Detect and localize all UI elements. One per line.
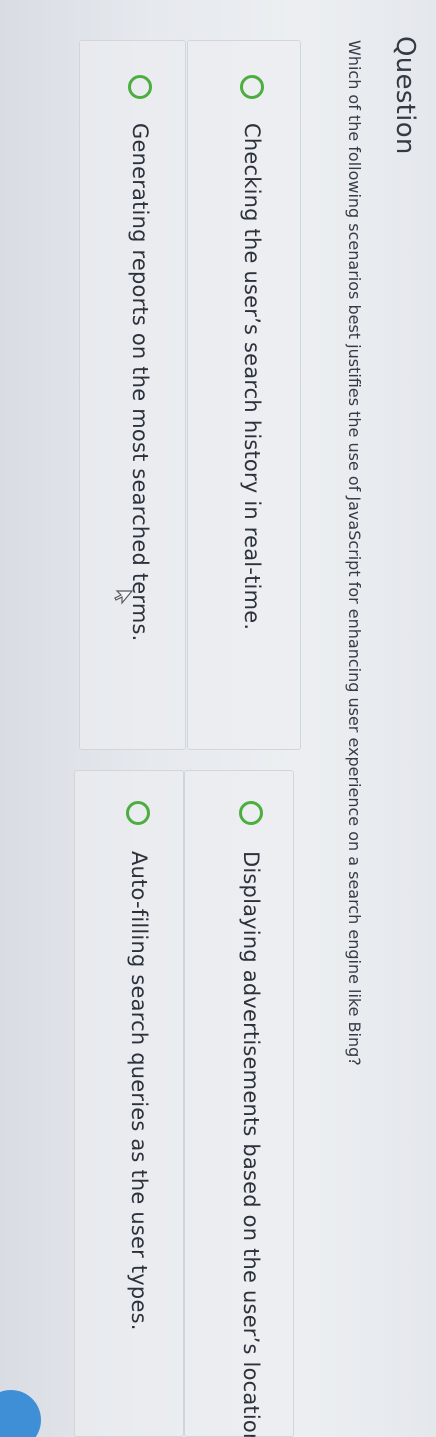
answer-option-label: Displaying advertisements based on the u…	[239, 851, 263, 1437]
radio-unselected-icon[interactable]	[128, 75, 152, 99]
answer-option-4[interactable]: Auto-filling search queries as the user …	[74, 770, 184, 1437]
screen: Question Which of the following scenario…	[0, 0, 436, 1437]
answer-option-1[interactable]: Checking the user’s search history in re…	[187, 40, 301, 750]
radio-unselected-icon[interactable]	[240, 75, 264, 99]
radio-unselected-icon[interactable]	[239, 801, 263, 825]
page-title: Question	[390, 36, 420, 155]
answer-option-label: Checking the user’s search history in re…	[240, 123, 264, 631]
accent-dot	[0, 1390, 41, 1437]
question-text: Which of the following scenarios best ju…	[345, 40, 364, 1066]
answer-option-label: Auto-filling search queries as the user …	[127, 851, 151, 1331]
mouse-pointer-icon	[114, 590, 134, 605]
radio-unselected-icon[interactable]	[126, 801, 150, 825]
answer-option-3[interactable]: Displaying advertisements based on the u…	[184, 770, 294, 1437]
quiz-panel: Question Which of the following scenario…	[0, 0, 436, 1437]
answer-option-label: Generating reports on the most searched …	[128, 123, 152, 642]
answer-option-2[interactable]: Generating reports on the most searched …	[79, 40, 186, 750]
